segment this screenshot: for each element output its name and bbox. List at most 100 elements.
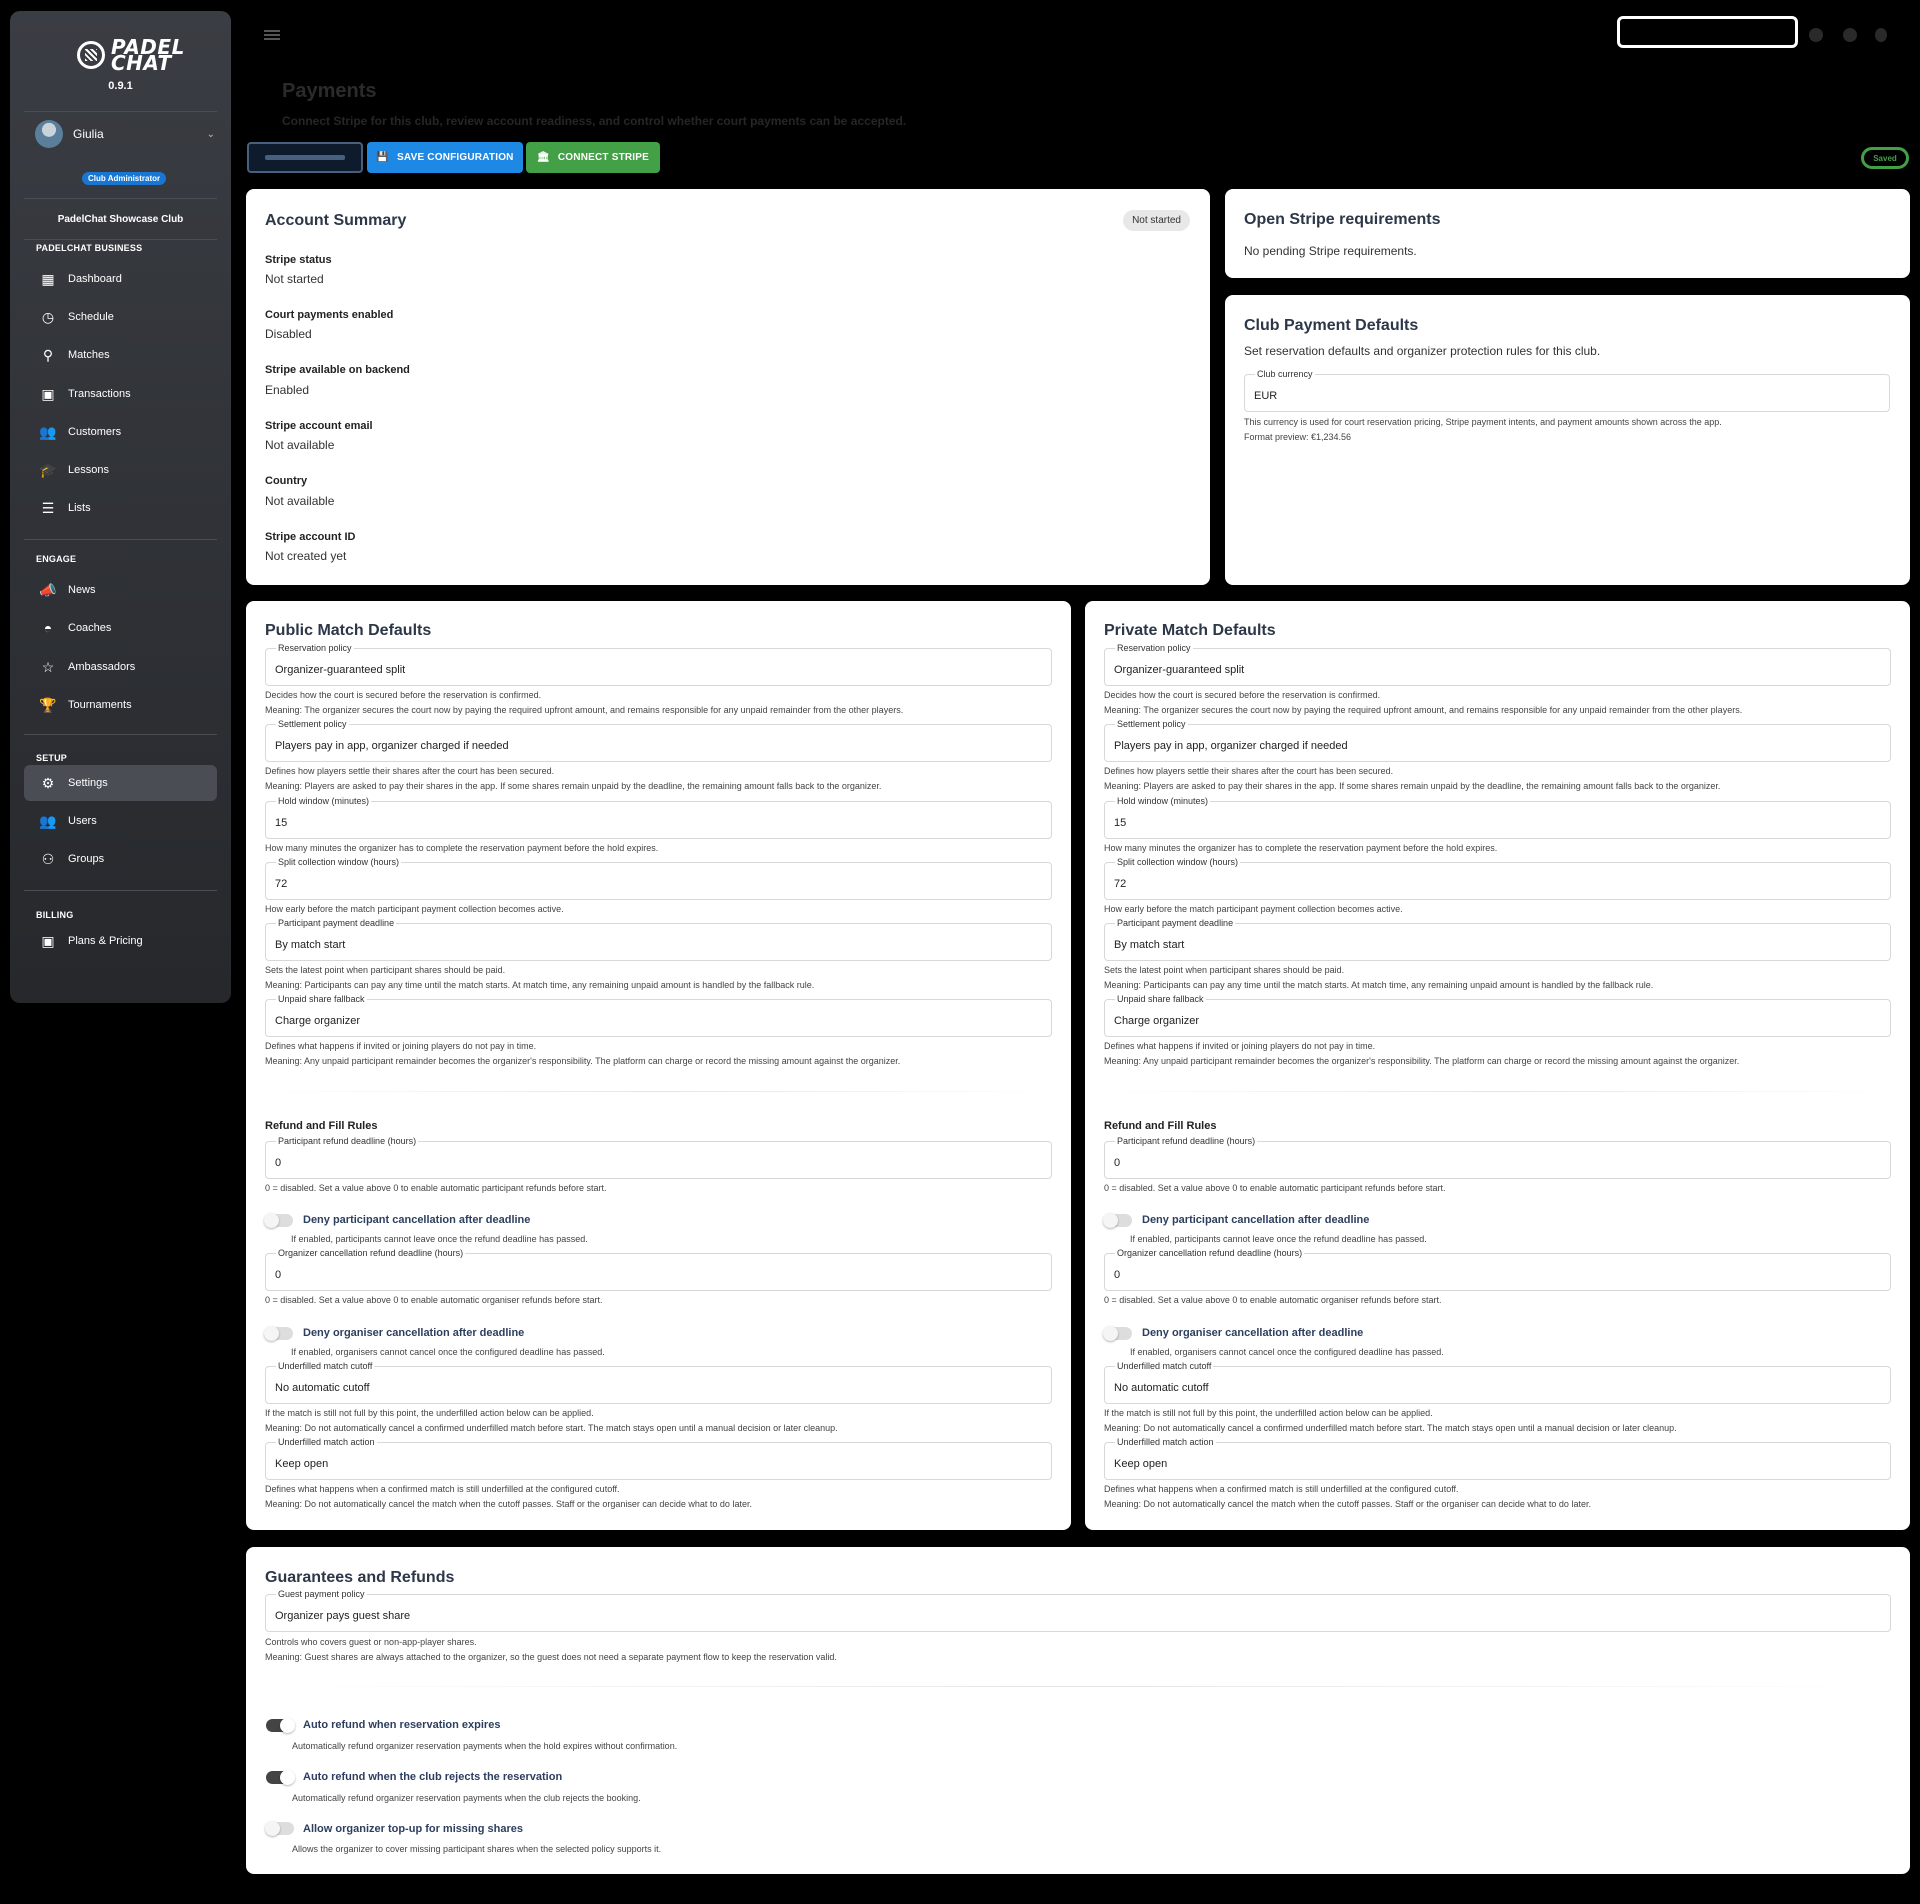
padelchat-logo[interactable]: PADEL CHAT (77, 37, 185, 73)
field-value: 0 (1114, 1157, 1121, 1169)
status-badge: Saved (1861, 147, 1909, 169)
back-button[interactable] (247, 142, 363, 173)
sidebar-item-lessons[interactable]: 🎓 Lessons (24, 452, 217, 488)
card-title: Club Payment Defaults (1244, 317, 1419, 334)
field-label: Participant payment deadline (1115, 918, 1236, 928)
sidebar-item-customers[interactable]: 👥 Customers (24, 414, 217, 450)
hold-window-input[interactable]: Hold window (minutes) 15 (1104, 796, 1891, 839)
sidebar-item-transactions[interactable]: ▣ Transactions (24, 376, 217, 412)
underfilled-action-select[interactable]: Underfilled match action Keep open (265, 1437, 1052, 1480)
connect-stripe-button[interactable]: 🏛 CONNECT STRIPE (526, 142, 660, 173)
list-icon: ☰ (41, 499, 55, 516)
help-text: Meaning: Guest shares are always attache… (265, 1652, 837, 1662)
help-text: How early before the match participant p… (265, 904, 564, 914)
nav-section-setup: SETUP (36, 753, 68, 763)
underfilled-cutoff-select[interactable]: Underfilled match cutoff No automatic cut… (265, 1361, 1052, 1404)
field-value: No automatic cutoff (1114, 1382, 1209, 1394)
hold-window-input[interactable]: Hold window (minutes) 15 (265, 796, 1052, 839)
help-text: Decides how the court is secured before … (265, 690, 542, 700)
help-text: Meaning: The organizer secures the court… (1104, 705, 1743, 715)
club-currency-select[interactable]: Club currency EUR (1244, 369, 1890, 412)
help-text: Meaning: Participants can pay any time u… (1104, 980, 1654, 990)
organizer-refund-input[interactable]: Organizer cancellation refund deadline (… (265, 1248, 1052, 1291)
summary-label: Court payments enabled (265, 309, 394, 321)
help-text: If the match is still not full by this p… (1104, 1408, 1433, 1418)
participant-refund-input[interactable]: Participant refund deadline (hours) 0 (1104, 1136, 1891, 1179)
summary-label: Stripe account email (265, 420, 373, 432)
reservation-policy-select[interactable]: Reservation policy Organizer-guaranteed s… (1104, 643, 1891, 686)
organizer-refund-input[interactable]: Organizer cancellation refund deadline (… (1104, 1248, 1891, 1291)
underfilled-cutoff-select[interactable]: Underfilled match cutoff No automatic cut… (1104, 1361, 1891, 1404)
auto-refund-reject-toggle[interactable] (266, 1770, 295, 1785)
account-icon[interactable] (1875, 28, 1887, 42)
guarantees-card: Guarantees and Refunds Guest payment pol… (246, 1547, 1910, 1874)
participant-deadline-select[interactable]: Participant payment deadline By match sta… (265, 918, 1052, 961)
card-title: Guarantees and Refunds (265, 1569, 455, 1586)
sidebar-item-ambassadors[interactable]: ☆ Ambassadors (24, 649, 217, 685)
deny-participant-toggle[interactable] (1103, 1213, 1132, 1228)
help-text: Meaning: Any unpaid participant remainde… (1104, 1056, 1740, 1066)
clock-icon: ◷ (41, 308, 55, 325)
card-title: Public Match Defaults (265, 622, 432, 639)
guest-payment-policy-select[interactable]: Guest payment policy Organizer pays gues… (265, 1589, 1891, 1632)
field-value: Charge organizer (275, 1015, 360, 1027)
sidebar-item-coaches[interactable]: ◓ Coaches (24, 610, 217, 646)
unpaid-fallback-select[interactable]: Unpaid share fallback Charge organizer (265, 994, 1052, 1037)
organizer-topup-toggle[interactable] (265, 1821, 294, 1836)
help-text: Sets the latest point when participant s… (265, 965, 506, 975)
underfilled-action-select[interactable]: Underfilled match action Keep open (1104, 1437, 1891, 1480)
help-text: 0 = disabled. Set a value above 0 to ena… (1104, 1183, 1446, 1193)
toggle-help: Automatically refund organizer reservati… (292, 1741, 678, 1751)
auto-refund-expire-toggle[interactable] (266, 1718, 295, 1733)
sidebar-item-news[interactable]: 📣 News (24, 572, 217, 608)
card-title: Open Stripe requirements (1244, 211, 1441, 228)
save-configuration-button[interactable]: 💾 SAVE CONFIGURATION (367, 142, 523, 173)
settlement-policy-select[interactable]: Settlement policy Players pay in app, org… (1104, 719, 1891, 762)
toggle-label: Deny participant cancellation after dead… (1142, 1214, 1370, 1226)
card-title: Private Match Defaults (1104, 622, 1276, 639)
gear-icon: ⚙ (41, 774, 55, 791)
reservation-policy-select[interactable]: Reservation policy Organizer-guaranteed s… (265, 643, 1052, 686)
search-input[interactable] (1617, 16, 1798, 48)
card-subtitle: Set reservation defaults and organizer p… (1244, 344, 1601, 358)
sidebar-item-lists[interactable]: ☰ Lists (24, 490, 217, 526)
field-value: 0 (1114, 1269, 1121, 1281)
split-window-input[interactable]: Split collection window (hours) 72 (1104, 857, 1891, 900)
deny-participant-toggle[interactable] (264, 1213, 293, 1228)
sidebar-item-users[interactable]: 👥 Users (24, 803, 217, 839)
summary-value: Disabled (265, 327, 312, 341)
field-label: Settlement policy (276, 719, 349, 729)
split-window-input[interactable]: Split collection window (hours) 72 (265, 857, 1052, 900)
field-value: Charge organizer (1114, 1015, 1199, 1027)
deny-organiser-toggle[interactable] (1103, 1326, 1132, 1341)
summary-value: Enabled (265, 383, 310, 397)
summary-value: Not created yet (265, 549, 347, 563)
menu-icon[interactable] (264, 30, 280, 40)
help-icon[interactable] (1843, 28, 1857, 42)
field-value: Organizer-guaranteed split (1114, 664, 1245, 676)
sidebar-item-schedule[interactable]: ◷ Schedule (24, 299, 217, 335)
toggle-help: If enabled, organisers cannot cancel onc… (291, 1347, 605, 1357)
field-label: Organizer cancellation refund deadline (… (1115, 1248, 1305, 1258)
user-menu[interactable]: Giulia ⌄ (35, 120, 215, 148)
star-icon: ☆ (41, 658, 55, 675)
dashboard-icon: ▦ (41, 270, 55, 287)
participant-refund-input[interactable]: Participant refund deadline (hours) 0 (265, 1136, 1052, 1179)
people-icon: 👥 (39, 812, 57, 829)
sidebar-item-matches[interactable]: ⚲ Matches (24, 337, 217, 373)
sidebar-item-dashboard[interactable]: ▦ Dashboard (24, 261, 217, 297)
section-title: Refund and Fill Rules (265, 1120, 378, 1132)
sidebar-item-tournaments[interactable]: 🏆 Tournaments (24, 687, 217, 723)
chevron-down-icon[interactable]: ⌄ (207, 129, 215, 140)
notification-icon[interactable] (1809, 28, 1823, 42)
settlement-policy-select[interactable]: Settlement policy Players pay in app, org… (265, 719, 1052, 762)
deny-organiser-toggle[interactable] (264, 1326, 293, 1341)
sidebar-item-plans-pricing[interactable]: ▣ Plans & Pricing (24, 923, 217, 959)
participant-deadline-select[interactable]: Participant payment deadline By match sta… (1104, 918, 1891, 961)
sidebar-item-groups[interactable]: ⚇ Groups (24, 841, 217, 877)
trophy-icon: 🏆 (39, 696, 57, 713)
sidebar-item-settings[interactable]: ⚙ Settings (24, 765, 217, 801)
unpaid-fallback-select[interactable]: Unpaid share fallback Charge organizer (1104, 994, 1891, 1037)
summary-value: Not available (265, 494, 335, 508)
help-text: Meaning: Participants can pay any time u… (265, 980, 815, 990)
